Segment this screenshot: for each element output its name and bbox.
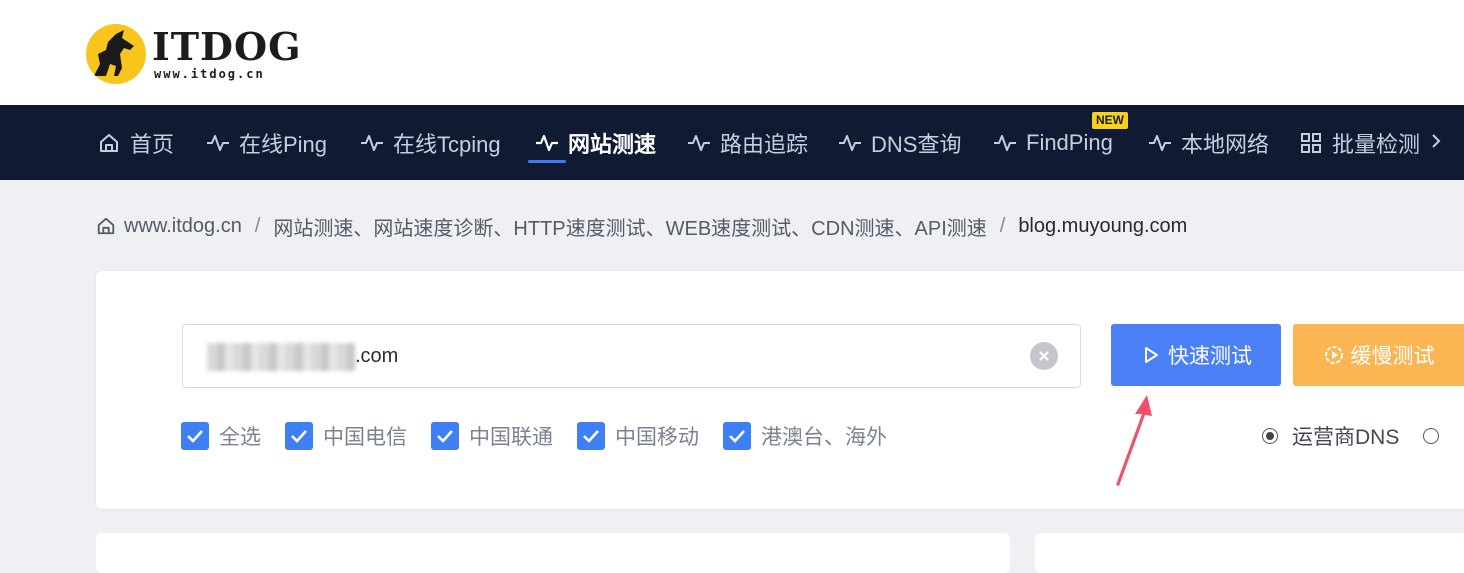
breadcrumb-current: blog.muyoung.com [1018, 214, 1188, 237]
nav-item-batch[interactable]: 批量检测 [1298, 105, 1420, 180]
breadcrumb-separator: / [999, 214, 1006, 237]
checkbox-label: 中国联通 [469, 426, 553, 449]
nav-label: 批量检测 [1332, 131, 1421, 157]
new-badge: NEW [1092, 112, 1128, 129]
nav-label: 在线Tcping [393, 131, 501, 157]
slow-test-label: 缓慢测试 [1350, 345, 1435, 368]
checkbox-checked-icon[interactable] [431, 422, 459, 450]
nav-item-home[interactable]: 首页 [96, 105, 174, 180]
breadcrumb-separator: / [254, 214, 261, 237]
radio-other-dns[interactable] [1423, 428, 1453, 444]
checkbox-overseas[interactable]: 港澳台、海外 [723, 421, 887, 451]
brand-title: ITDOG [152, 24, 302, 69]
breadcrumb-section-link[interactable]: 网站测速、网站速度诊断、HTTP速度测试、WEB速度测试、CDN测速、API测速 [273, 212, 986, 241]
fast-test-label: 快速测试 [1168, 345, 1252, 368]
side-panel [1035, 533, 1464, 573]
pulse-icon [534, 130, 560, 156]
top-header: ITDOG www.itdog.cn [0, 0, 1464, 105]
url-input-text: .com [355, 345, 399, 367]
annotation-arrow-icon [1116, 395, 1152, 486]
radio-isp-dns[interactable]: 运营商DNS [1262, 421, 1399, 451]
test-panel [96, 271, 1464, 509]
pulse-icon [686, 130, 712, 156]
results-panel [96, 533, 1010, 573]
pulse-icon [837, 130, 863, 156]
pulse-icon [992, 130, 1018, 156]
nav-label: DNS查询 [871, 131, 962, 157]
chevron-right-icon[interactable] [1427, 128, 1445, 154]
checkbox-label: 中国电信 [323, 426, 407, 449]
radio-unselected-icon[interactable] [1423, 428, 1440, 444]
checkbox-checked-icon[interactable] [285, 422, 313, 450]
redacted-text [207, 343, 355, 371]
checkbox-checked-icon[interactable] [181, 422, 209, 450]
dog-logo-icon [86, 24, 146, 84]
grid-icon [1298, 130, 1324, 156]
checkbox-select-all[interactable]: 全选 [181, 421, 261, 451]
breadcrumb: www.itdog.cn / 网站测速、网站速度诊断、HTTP速度测试、WEB速… [96, 210, 1187, 242]
pulse-icon [359, 130, 385, 156]
isp-filter-group: 全选 中国电信 中国联通 中国移动 港澳台、海外 [181, 421, 911, 451]
play-icon [1140, 344, 1162, 366]
nav-label: 在线Ping [239, 131, 328, 157]
nav-item-speedtest[interactable]: 网站测速 [534, 105, 656, 180]
radio-selected-icon[interactable] [1262, 428, 1278, 444]
checkbox-unicom[interactable]: 中国联通 [431, 421, 553, 451]
nav-item-dns[interactable]: DNS查询 [837, 105, 961, 180]
pulse-icon [205, 130, 231, 156]
nav-item-local-network[interactable]: 本地网络 [1147, 105, 1269, 180]
fast-test-button[interactable]: 快速测试 [1111, 324, 1281, 386]
pulse-icon [1147, 130, 1173, 156]
dns-option-group: 运营商DNS [1262, 421, 1464, 451]
checkbox-label: 全选 [219, 426, 261, 449]
slow-test-button[interactable]: 缓慢测试 [1293, 324, 1464, 386]
checkbox-telecom[interactable]: 中国电信 [285, 421, 407, 451]
nav-label: FindPing [1026, 129, 1113, 155]
brand-subtitle: www.itdog.cn [154, 67, 265, 81]
nav-label: 本地网络 [1181, 131, 1270, 157]
radio-label: 运营商DNS [1292, 426, 1400, 449]
nav-label: 路由追踪 [720, 131, 809, 157]
play-circle-icon [1323, 344, 1345, 366]
checkbox-checked-icon[interactable] [577, 422, 605, 450]
checkbox-label: 中国移动 [615, 426, 699, 449]
home-icon [96, 215, 118, 237]
nav-label: 网站测速 [568, 131, 657, 157]
site-logo[interactable]: ITDOG www.itdog.cn [86, 22, 316, 86]
checkbox-checked-icon[interactable] [723, 422, 751, 450]
active-tab-indicator [528, 160, 566, 163]
checkbox-mobile[interactable]: 中国移动 [577, 421, 699, 451]
nav-item-ping[interactable]: 在线Ping [205, 105, 327, 180]
nav-label: 首页 [130, 131, 175, 157]
breadcrumb-home-link[interactable]: www.itdog.cn [124, 215, 242, 238]
nav-item-tcping[interactable]: 在线Tcping [359, 105, 501, 180]
home-icon [96, 130, 122, 156]
nav-item-traceroute[interactable]: 路由追踪 [686, 105, 808, 180]
checkbox-label: 港澳台、海外 [761, 426, 887, 449]
clear-icon[interactable] [1030, 342, 1058, 370]
url-input[interactable]: .com [182, 324, 1081, 388]
